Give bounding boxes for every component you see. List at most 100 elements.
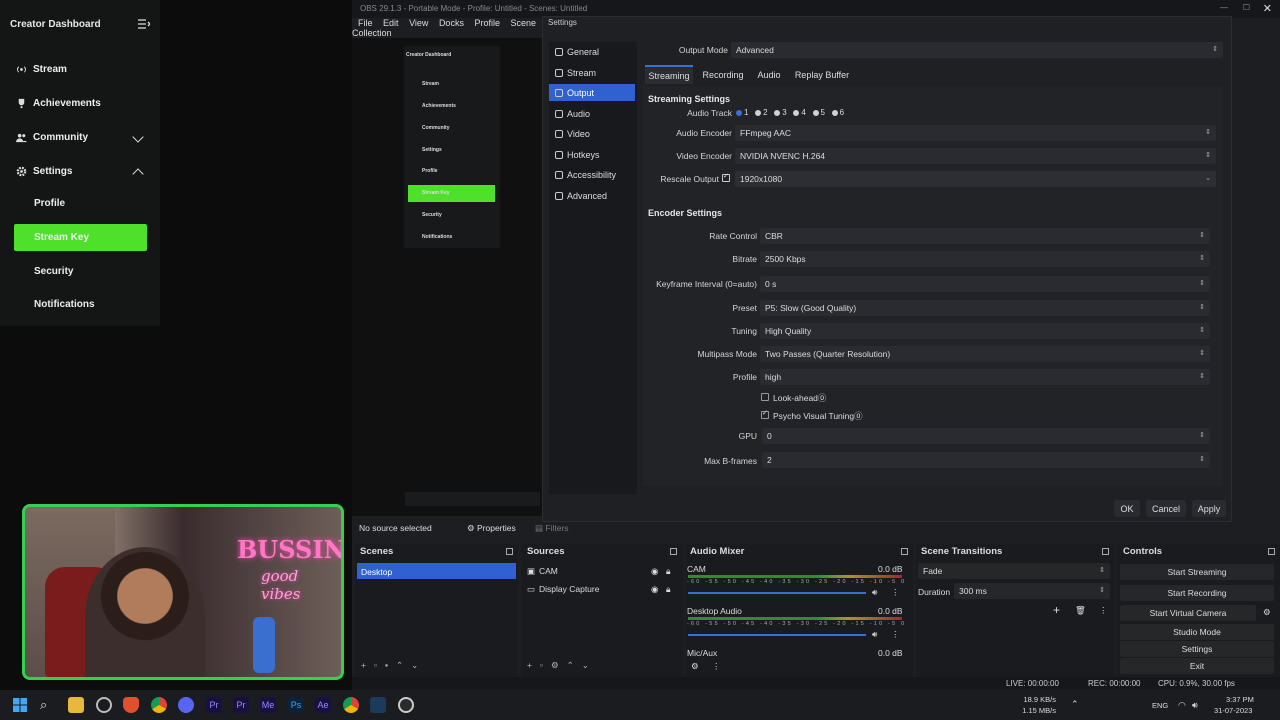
video-encoder-select[interactable]: NVIDIA NVENC H.264 ⇕ (735, 148, 1216, 164)
exit-button[interactable]: Exit (1120, 658, 1274, 674)
nav-advanced[interactable]: Advanced (549, 187, 635, 204)
start-streaming-button[interactable]: Start Streaming (1120, 564, 1274, 580)
photoshop-icon[interactable]: Ps (288, 697, 304, 713)
close-icon[interactable]: ✕ (1263, 2, 1272, 15)
lookahead-checkbox[interactable] (761, 393, 769, 401)
maximize-icon[interactable]: ☐ (1243, 3, 1250, 12)
settings-app-icon[interactable] (96, 697, 112, 713)
menu-docks[interactable]: Docks (439, 18, 464, 28)
rescale-output-select[interactable]: 1920x1080 ⌄ (735, 171, 1216, 187)
audio-track-radios[interactable]: 1 2 3 4 5 6 (736, 108, 844, 117)
cancel-button[interactable]: Cancel (1146, 500, 1186, 517)
minimize-icon[interactable]: — (1220, 3, 1228, 12)
radio-button[interactable] (793, 109, 800, 116)
sidebar-item-achievements[interactable]: Achievements (16, 98, 101, 109)
trash-icon[interactable]: 🗑︎ (1075, 605, 1086, 616)
undock-icon[interactable] (506, 548, 513, 555)
rate-control-select[interactable]: CBR ⇕ (760, 228, 1210, 244)
sidebar-subitem-security[interactable]: Security (34, 266, 73, 277)
sidebar-item-community[interactable]: Community (16, 132, 88, 143)
nav-hotkeys[interactable]: Hotkeys (549, 146, 635, 163)
keyframe-spinbox[interactable]: 0 s ⇕ (760, 276, 1210, 292)
source-item-cam[interactable]: CAM (539, 566, 558, 576)
multipass-select[interactable]: Two Passes (Quarter Resolution) ⇕ (760, 346, 1210, 362)
start-virtual-camera-button[interactable]: Start Virtual Camera (1120, 605, 1256, 621)
undock-icon[interactable] (901, 548, 908, 555)
ok-button[interactable]: OK (1114, 500, 1140, 517)
spin-arrows-icon[interactable]: ⇕ (1199, 431, 1205, 439)
windows-start-icon[interactable] (12, 697, 28, 713)
brave-browser-icon[interactable] (123, 697, 139, 713)
scene-toolbar[interactable]: +▫▪⌃⌄ (361, 660, 426, 671)
tab-replay-buffer[interactable]: Replay Buffer (791, 65, 853, 84)
collapse-menu-icon[interactable] (138, 19, 150, 29)
properties-button[interactable]: ⚙ Properties (467, 523, 516, 534)
gear-icon[interactable]: ⚙ (1263, 607, 1271, 618)
spin-arrows-icon[interactable]: ⇕ (1199, 279, 1205, 287)
settings-icon[interactable]: ⚙ (691, 661, 699, 672)
speaker-icon[interactable]: 🔊︎ (872, 629, 877, 640)
kebab-menu-icon[interactable]: ⋮ (891, 587, 900, 598)
scene-item-desktop[interactable]: Desktop (361, 567, 392, 577)
kebab-menu-icon[interactable]: ⋮ (1099, 605, 1108, 616)
volume-slider[interactable] (688, 634, 866, 636)
after-effects-icon[interactable]: Ae (315, 697, 331, 713)
start-recording-button[interactable]: Start Recording (1120, 585, 1274, 601)
nav-video[interactable]: Video (549, 125, 635, 142)
premiere-pro-icon[interactable]: Pr (206, 697, 222, 713)
undock-icon[interactable] (1102, 548, 1109, 555)
radio-button[interactable] (812, 109, 819, 116)
menu-edit[interactable]: Edit (383, 18, 399, 28)
clock-date[interactable]: 31-07-2023 (1214, 706, 1252, 715)
source-item-display-capture[interactable]: Display Capture (539, 584, 599, 594)
spin-arrows-icon[interactable]: ⇕ (1099, 586, 1105, 594)
gpu-spinbox[interactable]: 0 ⇕ (762, 428, 1210, 444)
nav-stream[interactable]: Stream (549, 64, 635, 81)
spin-arrows-icon[interactable]: ⇕ (1199, 254, 1205, 262)
tab-streaming[interactable]: Streaming (645, 65, 693, 84)
tuning-select[interactable]: High Quality ⇕ (760, 323, 1210, 339)
lock-icon[interactable]: 🔒︎ (666, 566, 671, 577)
eye-icon[interactable]: ◉ (651, 566, 658, 577)
nav-general[interactable]: General (549, 43, 635, 60)
spin-arrows-icon[interactable]: ⇕ (1199, 455, 1205, 463)
eye-icon[interactable]: ◉ (651, 584, 658, 595)
media-encoder-icon[interactable]: Me (260, 697, 276, 713)
psycho-visual-checkbox[interactable]: ✓ (761, 410, 769, 419)
kebab-menu-icon[interactable]: ⋮ (712, 661, 721, 672)
filters-button[interactable]: ▤ Filters (535, 523, 569, 534)
chrome-profile-icon[interactable] (343, 697, 359, 713)
transition-select[interactable]: Fade ⇕ (918, 563, 1110, 579)
sidebar-subitem-profile[interactable]: Profile (34, 198, 65, 209)
sidebar-subitem-stream-key[interactable]: Stream Key (34, 232, 89, 243)
kebab-menu-icon[interactable]: ⋮ (891, 629, 900, 640)
premiere-pro-beta-icon[interactable]: Pr (233, 697, 249, 713)
file-explorer-icon[interactable] (68, 697, 84, 713)
obs-taskbar-icon[interactable] (398, 697, 414, 713)
clock-time[interactable]: 3:37 PM (1226, 695, 1254, 704)
sidebar-subitem-notifications[interactable]: Notifications (34, 299, 95, 310)
search-icon[interactable]: ⌕ (40, 697, 56, 713)
sidebar-item-settings[interactable]: Settings (16, 166, 72, 177)
bframes-spinbox[interactable]: 2 ⇕ (762, 452, 1210, 468)
radio-button[interactable] (831, 109, 838, 116)
chevron-up-icon[interactable]: ⌃ (1071, 699, 1079, 710)
nav-audio[interactable]: Audio (549, 105, 635, 122)
steam-icon[interactable] (370, 697, 386, 713)
volume-icon[interactable]: 🔊︎ (1192, 700, 1198, 711)
radio-button[interactable] (774, 109, 781, 116)
nav-accessibility[interactable]: Accessibility (549, 166, 635, 183)
undock-icon[interactable] (1268, 548, 1275, 555)
tab-audio[interactable]: Audio (753, 65, 785, 84)
menu-profile[interactable]: Profile (474, 18, 500, 28)
undock-icon[interactable] (670, 548, 677, 555)
profile-select[interactable]: high ⇕ (760, 369, 1210, 385)
output-mode-select[interactable]: Advanced ⇕ (731, 42, 1223, 58)
lock-icon[interactable]: 🔒︎ (666, 584, 671, 595)
tab-recording[interactable]: Recording (699, 65, 747, 84)
apply-button[interactable]: Apply (1192, 500, 1226, 517)
source-toolbar[interactable]: +▫⚙⌃⌄ (527, 660, 597, 671)
chrome-icon[interactable] (151, 697, 167, 713)
menu-view[interactable]: View (409, 18, 428, 28)
speaker-icon[interactable]: 🔊︎ (872, 587, 877, 598)
